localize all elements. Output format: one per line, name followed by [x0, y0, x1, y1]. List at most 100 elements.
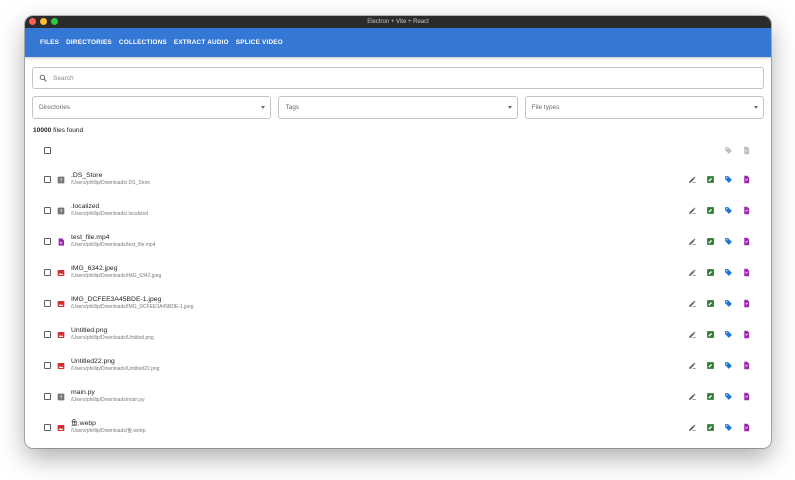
unknown-file-icon: ?: [57, 176, 65, 184]
row-checkbox[interactable]: [44, 207, 51, 214]
select-all-checkbox[interactable]: [44, 146, 51, 154]
file-details-icon[interactable]: [742, 206, 751, 215]
rename-icon[interactable]: [688, 175, 697, 184]
edit-icon[interactable]: [706, 361, 715, 370]
directories-select-label: Directories: [39, 104, 71, 111]
svg-text:?: ?: [60, 177, 63, 182]
file-details-icon[interactable]: [742, 423, 751, 432]
tag-icon[interactable]: [724, 268, 733, 277]
maximize-window-button[interactable]: [51, 18, 58, 25]
file-info: IMG_DCFEE3A45BDE-1.jpeg /Users/phillip/D…: [71, 296, 194, 311]
table-row[interactable]: IMG_DCFEE3A45BDE-1.jpeg /Users/phillip/D…: [32, 288, 764, 319]
row-actions: [688, 257, 751, 288]
rename-icon[interactable]: [688, 299, 697, 308]
row-checkbox[interactable]: [44, 331, 51, 338]
rename-icon[interactable]: [688, 330, 697, 339]
file-name: Untitled.png: [71, 327, 108, 334]
file-info: .DS_Store /Users/phillip/Downloads/.DS_S…: [71, 172, 150, 187]
directories-select[interactable]: Directories: [32, 96, 272, 119]
row-checkbox[interactable]: [44, 176, 51, 183]
table-row[interactable]: ? .localized /Users/phillip/Downloads/.l…: [32, 195, 764, 226]
tab-splice-video[interactable]: SPLICE VIDEO: [236, 39, 283, 46]
tab-directories[interactable]: DIRECTORIES: [66, 39, 112, 46]
file-details-icon[interactable]: [742, 392, 751, 401]
tag-icon[interactable]: [724, 175, 733, 184]
file-name: Untitled22.png: [71, 358, 115, 365]
row-checkbox[interactable]: [44, 362, 51, 369]
window-controls: [29, 18, 58, 25]
rename-icon[interactable]: [688, 361, 697, 370]
tags-select[interactable]: Tags: [278, 96, 518, 119]
edit-icon[interactable]: [706, 268, 715, 277]
search-box[interactable]: [32, 67, 764, 89]
bulk-tag-icon[interactable]: [724, 146, 733, 155]
row-checkbox[interactable]: [44, 393, 51, 400]
close-window-button[interactable]: [29, 18, 36, 25]
tag-icon[interactable]: [724, 206, 733, 215]
file-path: /Users/phillip/Downloads/test_file.mp4: [71, 242, 156, 248]
rename-icon[interactable]: [688, 206, 697, 215]
image-file-icon: [57, 331, 65, 339]
table-row[interactable]: ? .DS_Store /Users/phillip/Downloads/.DS…: [32, 164, 764, 195]
rename-icon[interactable]: [688, 268, 697, 277]
results-count: 10000 files found: [33, 127, 764, 134]
file-details-icon[interactable]: [742, 175, 751, 184]
table-row[interactable]: 鱼.webp /Users/phillip/Downloads/鱼.webp: [32, 412, 764, 443]
results-count-suffix: files found: [51, 127, 84, 134]
unknown-file-icon: ?: [57, 393, 65, 401]
main-content: Directories Tags File types 10000 files …: [25, 67, 771, 443]
file-name: test_file.mp4: [71, 234, 110, 241]
rename-icon[interactable]: [688, 423, 697, 432]
tag-icon[interactable]: [724, 330, 733, 339]
file-path: /Users/phillip/Downloads/IMG_DCFEE3A45BD…: [71, 304, 194, 310]
row-checkbox[interactable]: [44, 300, 51, 307]
tab-extract-audio[interactable]: EXTRACT AUDIO: [174, 39, 229, 46]
table-row[interactable]: IMG_6342.jpeg /Users/phillip/Downloads/I…: [32, 257, 764, 288]
edit-icon[interactable]: [706, 423, 715, 432]
edit-icon[interactable]: [706, 392, 715, 401]
tag-icon[interactable]: [724, 423, 733, 432]
file-types-select[interactable]: File types: [524, 96, 764, 119]
row-actions: [688, 350, 751, 381]
row-actions: [688, 288, 751, 319]
edit-icon[interactable]: [706, 175, 715, 184]
edit-icon[interactable]: [706, 237, 715, 246]
row-checkbox[interactable]: [44, 238, 51, 245]
file-info: 鱼.webp /Users/phillip/Downloads/鱼.webp: [71, 420, 145, 435]
tag-icon[interactable]: [724, 392, 733, 401]
rename-icon[interactable]: [688, 392, 697, 401]
bulk-file-icon[interactable]: [742, 146, 751, 155]
file-details-icon[interactable]: [742, 330, 751, 339]
tab-collections[interactable]: COLLECTIONS: [119, 39, 167, 46]
minimize-window-button[interactable]: [40, 18, 47, 25]
file-name: IMG_6342.jpeg: [71, 265, 118, 272]
file-path: /Users/phillip/Downloads/Untitled22.png: [71, 366, 160, 372]
tags-select-label: Tags: [285, 104, 300, 111]
file-name: 鱼.webp: [71, 420, 96, 427]
tab-files[interactable]: FILES: [40, 39, 59, 46]
file-details-icon[interactable]: [742, 361, 751, 370]
tag-icon[interactable]: [724, 237, 733, 246]
table-row[interactable]: test_file.mp4 /Users/phillip/Downloads/t…: [32, 226, 764, 257]
tag-icon[interactable]: [724, 299, 733, 308]
file-info: main.py /Users/phillip/Downloads/main.py: [71, 389, 145, 404]
table-row[interactable]: Untitled22.png /Users/phillip/Downloads/…: [32, 350, 764, 381]
tag-icon[interactable]: [724, 361, 733, 370]
row-checkbox[interactable]: [44, 424, 51, 431]
edit-icon[interactable]: [706, 206, 715, 215]
edit-icon[interactable]: [706, 299, 715, 308]
file-details-icon[interactable]: [742, 268, 751, 277]
svg-text:?: ?: [60, 208, 63, 213]
row-checkbox[interactable]: [44, 269, 51, 276]
svg-text:?: ?: [60, 394, 63, 399]
table-row[interactable]: ? main.py /Users/phillip/Downloads/main.…: [32, 381, 764, 412]
edit-icon[interactable]: [706, 330, 715, 339]
rename-icon[interactable]: [688, 237, 697, 246]
table-header-row: [32, 136, 764, 164]
unknown-file-icon: ?: [57, 207, 65, 215]
window-title: Electron + Vite + React: [367, 19, 429, 25]
table-row[interactable]: Untitled.png /Users/phillip/Downloads/Un…: [32, 319, 764, 350]
search-input[interactable]: [51, 73, 763, 83]
file-details-icon[interactable]: [742, 299, 751, 308]
file-details-icon[interactable]: [742, 237, 751, 246]
